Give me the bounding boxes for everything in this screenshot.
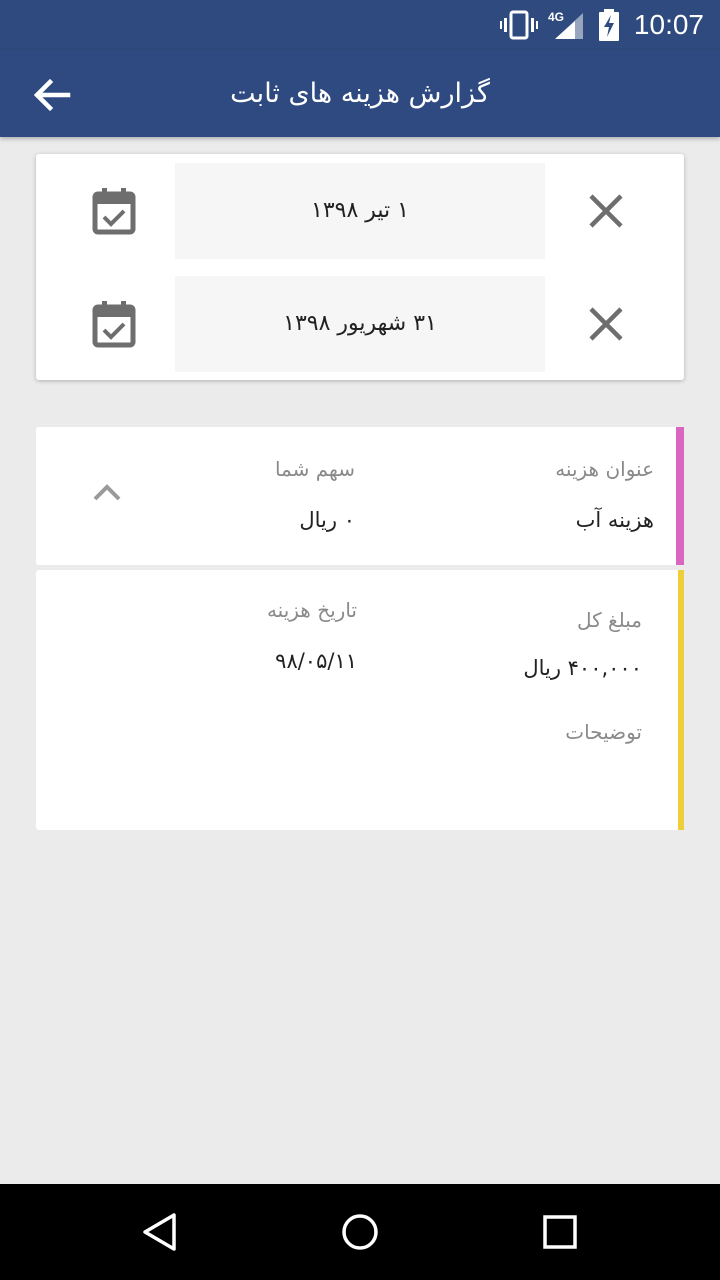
close-icon[interactable] [588, 193, 624, 229]
to-date-field[interactable]: ۳۱ شهریور ۱۳۹۸ [175, 276, 545, 372]
chevron-up-icon[interactable] [92, 482, 122, 502]
calendar-check-icon[interactable] [92, 300, 136, 348]
share-label: سهم شما [274, 457, 355, 481]
home-circle-icon[interactable] [340, 1212, 380, 1252]
expense-date-value: ۹۸/۰۵/۱۱ [275, 649, 357, 673]
navigation-bar [0, 1184, 720, 1280]
expense-title-label: عنوان هزینه [555, 457, 654, 481]
calendar-check-icon[interactable] [92, 187, 136, 235]
status-time: 10:07 [633, 9, 704, 40]
close-icon[interactable] [588, 306, 624, 342]
expense-date-label: تاریخ هزینه [266, 598, 357, 622]
total-amount-label: مبلغ کل [576, 608, 642, 632]
page-title: گزارش هزینه های ثابت [230, 78, 490, 109]
back-triangle-icon[interactable] [140, 1212, 180, 1252]
description-label: توضیحات [565, 720, 642, 744]
expense-detail-card: مبلغ کل ۴۰۰,۰۰۰ ریال تاریخ هزینه ۹۸/۰۵/۱… [36, 570, 684, 830]
from-date-field[interactable]: ۱ تیر ۱۳۹۸ [175, 163, 545, 259]
recents-square-icon[interactable] [540, 1212, 580, 1252]
vibrate-icon [500, 10, 538, 40]
total-amount-value: ۴۰۰,۰۰۰ ریال [523, 656, 642, 680]
status-bar: 4G 10:07 [0, 0, 720, 50]
from-date-row: ۱ تیر ۱۳۹۸ [36, 163, 684, 259]
date-filter-card: ۱ تیر ۱۳۹۸ ۳۱ شهریور ۱۳۹۸ [36, 154, 684, 380]
expense-title-value: هزینه آب [575, 508, 654, 532]
battery-charging-icon [599, 9, 619, 41]
share-value: ۰ ریال [299, 508, 355, 532]
signal-icon [555, 13, 583, 39]
expense-summary-card[interactable]: عنوان هزینه هزینه آب سهم شما ۰ ریال [36, 427, 684, 565]
to-date-row: ۳۱ شهریور ۱۳۹۸ [36, 276, 684, 372]
app-bar: گزارش هزینه های ثابت [0, 50, 720, 137]
